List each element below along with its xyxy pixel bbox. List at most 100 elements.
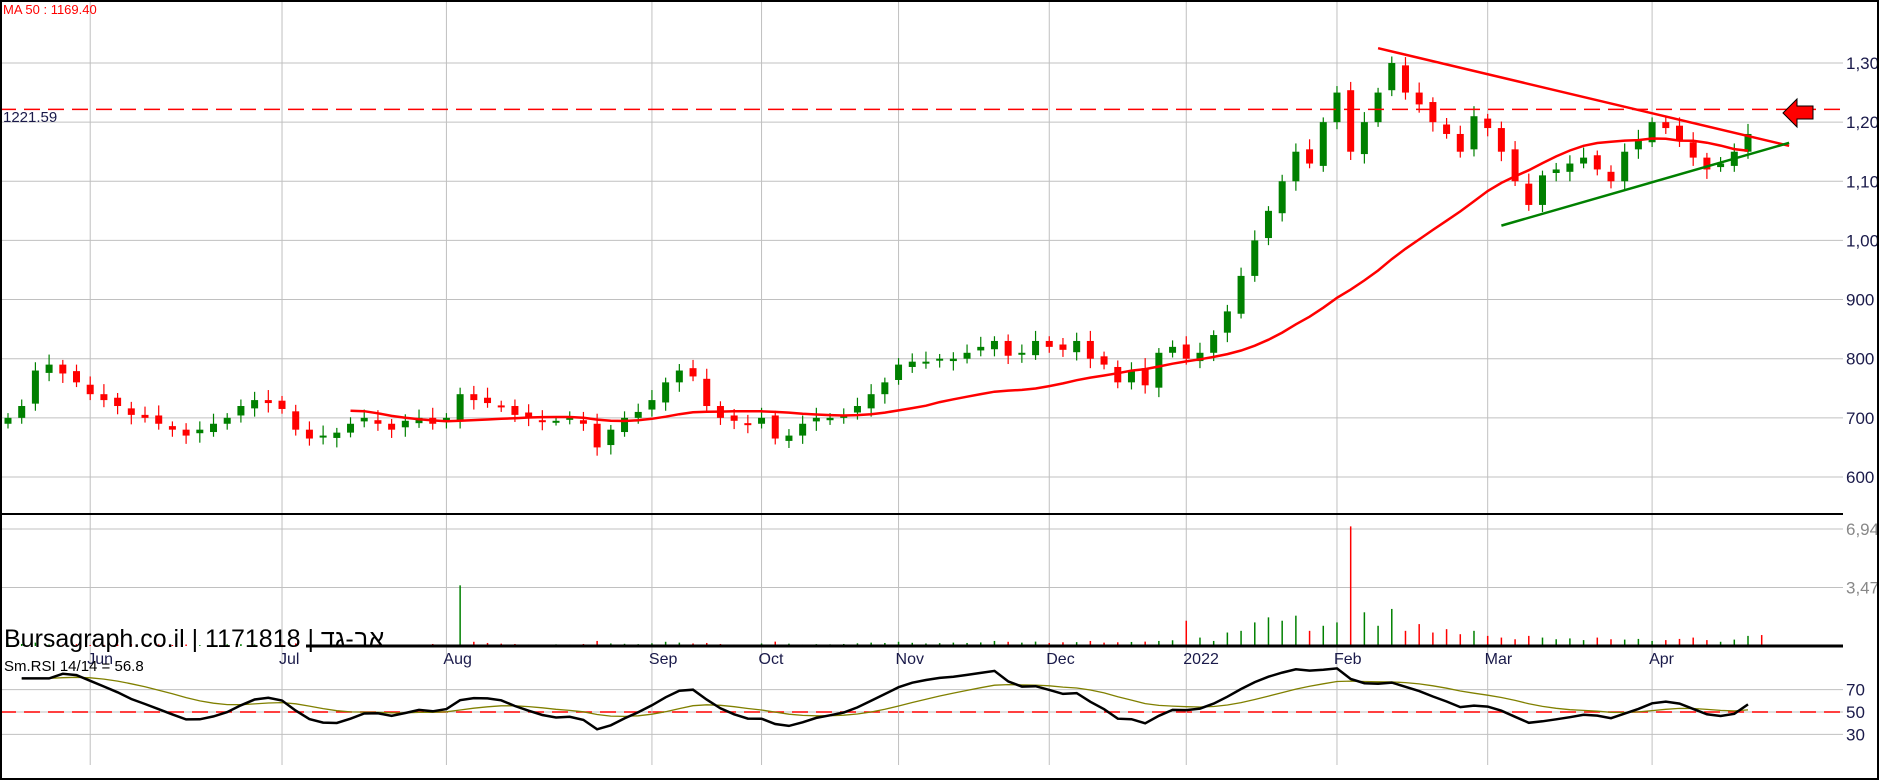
month-label: Dec [1046, 651, 1074, 668]
candle-body [374, 420, 382, 424]
candle-body [881, 382, 889, 395]
candle-body [278, 400, 286, 409]
rsi-tick-label: 50 [1846, 703, 1865, 722]
candle-body [1278, 181, 1286, 214]
candle-body [1292, 151, 1300, 182]
candle-body [292, 411, 300, 430]
candle-body [675, 370, 683, 383]
candle-body [1429, 102, 1437, 123]
volume-tick-label: 3,472 [1846, 579, 1879, 598]
rsi-line [21, 667, 1749, 731]
candle-body [168, 426, 176, 430]
candle-body [634, 411, 642, 418]
candle-body [401, 420, 409, 428]
arrow-left-icon [1782, 97, 1814, 129]
candle-body [360, 417, 368, 422]
month-label: Apr [1649, 651, 1675, 668]
candle-body [689, 368, 697, 377]
candle-body [470, 394, 478, 401]
month-label: Feb [1334, 651, 1362, 668]
candle-body [949, 358, 957, 362]
candle-body [1100, 356, 1108, 365]
candle-body [758, 417, 766, 424]
candle-body [456, 394, 464, 421]
candle-body [1073, 340, 1081, 353]
candle-body [799, 423, 807, 436]
candle-body [4, 417, 12, 424]
candle-body [31, 370, 39, 404]
candle-body [1497, 128, 1505, 152]
month-label: Oct [759, 651, 784, 668]
candle-body [826, 417, 834, 421]
candle-body [963, 352, 971, 359]
candle-body [100, 394, 108, 401]
level-label: 1221.59 [3, 109, 57, 126]
candle-body [1251, 240, 1259, 276]
stock-chart: 600 700 800 900 1,000 1,100 1,200 1,300 3,472 6,9… [0, 0, 1879, 780]
candle-body [1607, 171, 1615, 182]
month-label: 2022 [1183, 651, 1219, 668]
candle-body [1388, 63, 1396, 91]
candle-body [1237, 275, 1245, 314]
candle-body [1689, 142, 1697, 158]
price-tick-label: 1,100 [1846, 172, 1879, 191]
candle-body [1086, 340, 1094, 359]
candle-body [1470, 116, 1478, 150]
brand-label: Bursagraph.co.il | 1171818 | אב-גד [4, 625, 385, 653]
month-label: Mar [1485, 651, 1513, 668]
candle-body [86, 384, 94, 395]
candle-body [1155, 352, 1163, 388]
candle-body [1223, 311, 1231, 333]
candle-body [1059, 344, 1067, 350]
rsi-signal-line [21, 676, 1749, 718]
candle-body [1593, 155, 1601, 170]
candle-body [1443, 124, 1451, 134]
candle-body [1347, 90, 1355, 152]
candle-body [1401, 65, 1409, 93]
candle-body [1662, 122, 1670, 129]
candle-body [210, 423, 218, 433]
candle-body [607, 429, 615, 446]
month-label: Nov [896, 651, 924, 668]
candle-body [1456, 133, 1464, 152]
candle-body [319, 435, 327, 438]
candle-body [990, 340, 998, 350]
rsi-tick-label: 70 [1846, 681, 1865, 700]
candle-body [182, 429, 190, 436]
candle-body [1675, 125, 1683, 140]
month-label: Aug [443, 651, 471, 668]
candle-body [579, 420, 587, 424]
candle-body [1525, 183, 1533, 205]
candle-body [196, 429, 204, 434]
candle-body [785, 435, 793, 441]
candle-body [511, 406, 519, 415]
candle-body [648, 400, 656, 410]
candle-body [1621, 151, 1629, 182]
candle-body [1182, 344, 1190, 359]
candle-body [251, 400, 259, 409]
candle-body [1045, 340, 1053, 347]
candle-body [333, 432, 341, 438]
rsi-label: Sm.RSI 14/14 = 56.8 [4, 658, 144, 675]
candle-body [730, 415, 738, 421]
candle-body [1319, 122, 1327, 166]
candle-body [347, 423, 355, 433]
candle-body [908, 361, 916, 367]
candle-body [977, 346, 985, 351]
candle-body [853, 406, 861, 413]
candle-body [1032, 340, 1040, 356]
candle-body [812, 417, 820, 422]
month-label: Jul [279, 651, 299, 668]
candle-body [1566, 163, 1574, 172]
candle-body [305, 429, 313, 439]
price-tick-label: 600 [1846, 468, 1874, 487]
month-label: Sep [649, 651, 678, 668]
candle-body [1580, 157, 1588, 164]
candle-body [1264, 210, 1272, 239]
candle-body [264, 400, 272, 404]
ma-label: MA 50 : 1169.40 [3, 2, 97, 17]
candle-body [59, 364, 67, 374]
candle-body [1210, 335, 1218, 353]
candles [4, 56, 1752, 456]
candle-body [1004, 340, 1012, 356]
